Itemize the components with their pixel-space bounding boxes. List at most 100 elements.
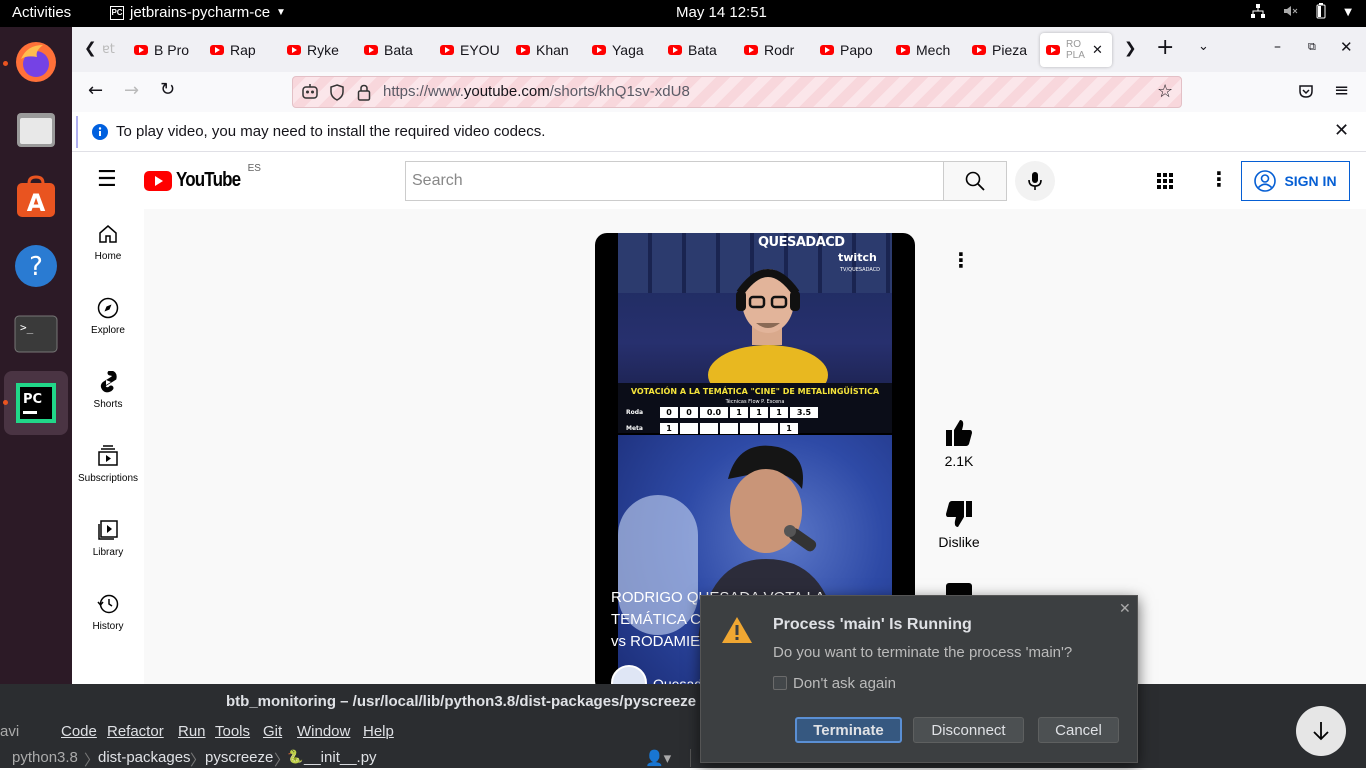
apps-grid-icon[interactable] <box>1157 173 1173 189</box>
breadcrumb-item[interactable]: __init__.py <box>304 749 377 766</box>
url-bar[interactable]: https://www.youtube.com/shorts/khQ1sv-xd… <box>292 76 1182 108</box>
terminate-button[interactable]: Terminate <box>795 717 902 743</box>
tab[interactable]: Papo <box>820 37 880 63</box>
breadcrumb-item[interactable]: pyscreeze <box>205 749 273 766</box>
svg-text:A: A <box>27 189 46 217</box>
guide-menu-icon[interactable]: ☰ <box>97 167 117 192</box>
tab[interactable]: Rodr <box>744 37 804 63</box>
score-cell <box>760 423 778 434</box>
youtube-logo[interactable]: YouTube ES <box>144 163 269 192</box>
youtube-favicon <box>516 45 530 55</box>
scroll-tabs-left-icon[interactable]: ❮ <box>84 39 97 57</box>
menu-refactor[interactable]: Refactor <box>107 723 164 740</box>
firefox-icon[interactable] <box>12 38 60 86</box>
guide-item-history[interactable]: History <box>72 579 144 653</box>
volume-muted-icon <box>1284 6 1298 16</box>
scroll-down-button[interactable] <box>1296 706 1346 756</box>
breadcrumb-item[interactable]: dist-packages <box>98 749 191 766</box>
lock-icon[interactable] <box>357 84 371 101</box>
menu-git[interactable]: Git <box>263 723 282 740</box>
cancel-button[interactable]: Cancel <box>1038 717 1119 743</box>
disconnect-button[interactable]: Disconnect <box>913 717 1024 743</box>
guide-item-subscriptions[interactable]: Subscriptions <box>72 431 144 505</box>
voice-search-button[interactable] <box>1015 161 1055 201</box>
search-button[interactable] <box>943 161 1007 201</box>
minimize-icon[interactable]: – <box>1274 39 1281 55</box>
shield-icon[interactable] <box>329 84 345 101</box>
notification-message: To play video, you may need to install t… <box>116 123 546 140</box>
close-window-icon[interactable]: ✕ <box>1340 38 1353 56</box>
menu-code[interactable]: Code <box>61 723 97 740</box>
python-file-icon: 🐍 <box>287 749 304 764</box>
search-input[interactable]: Search <box>405 161 944 201</box>
tab[interactable]: Mech <box>896 37 956 63</box>
video-sub-banner: Técnicas Flow P. Escena <box>725 399 785 405</box>
pocket-icon[interactable] <box>1298 83 1314 99</box>
forward-icon[interactable]: → <box>124 80 139 101</box>
menu-run[interactable]: Run <box>178 723 206 740</box>
microphone-icon <box>1028 172 1042 190</box>
svg-text:PC: PC <box>23 392 42 407</box>
reload-icon[interactable]: ↻ <box>160 79 175 100</box>
guide-item-library[interactable]: Library <box>72 505 144 579</box>
close-notification-icon[interactable]: ✕ <box>1334 120 1349 141</box>
breadcrumb-item[interactable]: python3.8 <box>12 749 78 766</box>
guide-item-explore[interactable]: Explore <box>72 283 144 357</box>
menu-tools[interactable]: Tools <box>215 723 250 740</box>
tab[interactable]: B Pro <box>134 37 194 63</box>
bookmark-star-icon[interactable]: ☆ <box>1157 81 1173 102</box>
close-dialog-icon[interactable]: ✕ <box>1119 600 1131 617</box>
score-cell <box>740 423 758 434</box>
score-cell: 1 <box>730 407 748 418</box>
tab[interactable]: Rap <box>210 37 270 63</box>
add-user-icon[interactable]: 👤▾ <box>645 749 671 767</box>
menu-window[interactable]: Window <box>297 723 350 740</box>
dislike-label: Dislike <box>938 534 980 550</box>
robot-icon[interactable] <box>301 83 319 101</box>
software-icon[interactable]: A <box>12 174 60 222</box>
home-icon <box>99 225 117 243</box>
dislike-button[interactable]: Dislike <box>930 499 988 550</box>
battery-icon <box>1316 3 1326 19</box>
help-icon[interactable]: ? <box>12 242 60 290</box>
notification-bar: To play video, you may need to install t… <box>72 112 1366 152</box>
tab[interactable]: Ryke <box>287 37 347 63</box>
short-more-icon[interactable]: ⋮ <box>951 248 971 272</box>
youtube-favicon <box>1046 45 1060 55</box>
files-icon[interactable] <box>12 106 60 154</box>
tab[interactable]: Yaga <box>592 37 652 63</box>
like-button[interactable]: 2.1K <box>930 418 988 469</box>
menu-help[interactable]: Help <box>363 723 394 740</box>
app-menu[interactable]: PC jetbrains-pycharm-ce ▼ <box>110 4 286 21</box>
scroll-tabs-right-icon[interactable]: ❯ <box>1124 39 1137 57</box>
score-cell: 1 <box>660 423 678 434</box>
back-icon[interactable]: ← <box>88 80 103 101</box>
list-all-tabs-icon[interactable]: ⌄ <box>1198 39 1209 54</box>
tab[interactable]: Bata <box>668 37 728 63</box>
dont-ask-label[interactable]: Don't ask again <box>793 675 896 692</box>
sign-in-button[interactable]: SIGN IN <box>1241 161 1350 201</box>
pycharm-menu-bar: avi Code Refactor Run Tools Git Window H… <box>0 720 1366 744</box>
close-tab-icon[interactable]: ✕ <box>1092 42 1103 58</box>
restore-icon[interactable]: ⧉ <box>1308 40 1316 54</box>
settings-more-icon[interactable]: ⋮ <box>1209 167 1229 191</box>
tab[interactable]: Pieza <box>972 37 1032 63</box>
pycharm-icon[interactable]: PC <box>12 379 60 427</box>
tab-active[interactable]: RO PLA ✕ <box>1040 33 1112 67</box>
new-tab-icon[interactable]: + <box>1156 35 1174 60</box>
tab[interactable]: Khan <box>516 37 576 63</box>
system-tray[interactable]: ▼ <box>1250 3 1352 23</box>
guide-item-shorts[interactable]: Shorts <box>72 357 144 431</box>
menu-navigate[interactable]: avi <box>0 723 19 740</box>
tab-partial[interactable]: ɐt <box>102 42 115 57</box>
guide-item-home[interactable]: Home <box>72 209 144 283</box>
tab[interactable]: EYOU <box>440 37 500 63</box>
score-row: 11 <box>660 423 798 434</box>
clock[interactable]: May 14 12:51 <box>676 4 767 21</box>
dialog-title: Process 'main' Is Running <box>773 616 972 633</box>
activities-button[interactable]: Activities <box>12 4 71 21</box>
tab[interactable]: Bata <box>364 37 424 63</box>
dont-ask-checkbox[interactable] <box>773 676 787 690</box>
hamburger-menu-icon[interactable]: ≡ <box>1334 80 1349 101</box>
terminal-icon[interactable]: >_ <box>12 310 60 358</box>
